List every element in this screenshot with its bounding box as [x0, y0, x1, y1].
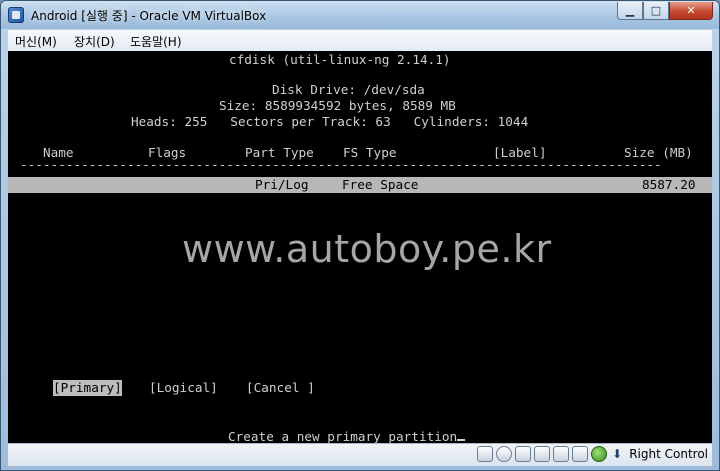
row-size: 8587.20 — [642, 177, 696, 192]
cd-icon[interactable] — [496, 446, 513, 462]
vm-display[interactable]: cfdisk (util-linux-ng 2.14.1) Disk Drive… — [8, 51, 712, 443]
minimize-button[interactable]: ▁ — [617, 2, 643, 20]
status-bar: ⬇ Right Control — [8, 443, 712, 466]
minimize-icon: ▁ — [625, 4, 635, 17]
virtualbox-window: Android [실행 중] - Oracle VM VirtualBox ▁ … — [0, 0, 720, 471]
status-tray: ⬇ Right Control — [477, 446, 708, 462]
window-title: Android [실행 중] - Oracle VM VirtualBox — [31, 9, 267, 23]
shared-folder-icon[interactable] — [553, 446, 570, 462]
disk-size-text: Size: 8589934592 bytes, 8589 MB — [219, 98, 456, 113]
cfdisk-header: cfdisk (util-linux-ng 2.14.1) — [229, 52, 451, 67]
host-key-icon: ⬇ — [612, 447, 623, 461]
status-line: Create a new primary partition — [228, 427, 466, 443]
cancel-button[interactable]: [Cancel ] — [246, 380, 315, 396]
mouse-integration-icon[interactable] — [591, 446, 608, 462]
disk-drive-text: Disk Drive: /dev/sda — [272, 82, 425, 97]
usb-icon[interactable] — [515, 446, 532, 462]
partition-row-selected[interactable]: Pri/Log Free Space 8587.20 — [8, 177, 712, 193]
menu-bar: 머신(M) 장치(D) 도움말(H) — [8, 30, 712, 52]
disk-geometry-text: Heads: 255 Sectors per Track: 63 Cylinde… — [131, 114, 529, 129]
watermark-text: www.autoboy.pe.kr — [182, 227, 552, 271]
host-key-label: Right Control — [629, 447, 708, 461]
title-bar[interactable]: Android [실행 중] - Oracle VM VirtualBox ▁ … — [1, 1, 719, 29]
close-button[interactable]: ✕ — [669, 2, 713, 20]
column-separator: ----------------------------------------… — [20, 157, 662, 172]
menu-help[interactable]: 도움말(H) — [130, 33, 182, 50]
menu-devices[interactable]: 장치(D) — [74, 33, 115, 50]
text-cursor — [457, 427, 466, 441]
close-icon: ✕ — [686, 4, 696, 17]
hdd-icon[interactable] — [477, 446, 494, 462]
virtualbox-icon — [8, 7, 24, 23]
caption-buttons: ▁ □ ✕ — [617, 2, 713, 20]
primary-button[interactable]: [Primary] — [53, 380, 122, 396]
row-part-type: Pri/Log — [255, 177, 309, 192]
maximize-icon: □ — [650, 4, 662, 17]
row-fs-type: Free Space — [342, 177, 419, 192]
maximize-button[interactable]: □ — [643, 2, 669, 20]
status-message: Create a new primary partition — [228, 429, 458, 443]
network-icon[interactable] — [534, 446, 551, 462]
menu-machine[interactable]: 머신(M) — [15, 33, 57, 50]
display-icon[interactable] — [572, 446, 589, 462]
logical-button[interactable]: [Logical] — [149, 380, 218, 396]
